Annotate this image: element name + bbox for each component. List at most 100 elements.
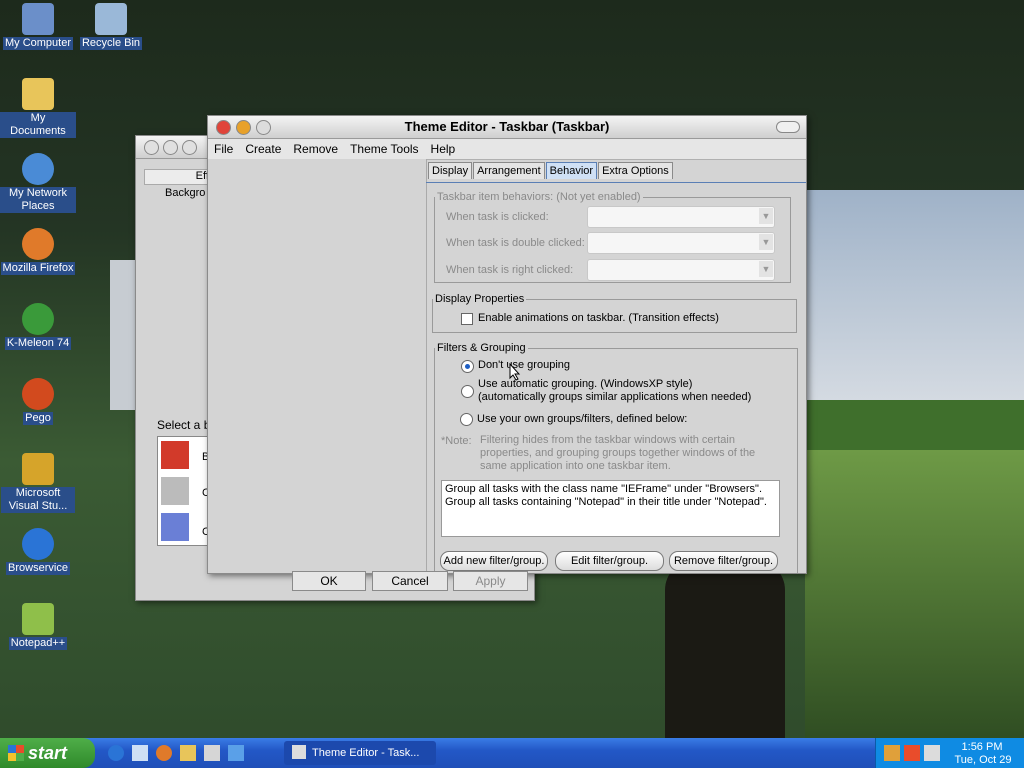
menu-remove[interactable]: Remove [287,142,344,156]
right-clicked-action-select[interactable]: ▼ [587,259,775,281]
ie-quicklaunch-icon[interactable] [108,745,124,761]
tray-icon[interactable] [904,745,920,761]
background-hedge [805,400,1024,450]
double-clicked-action-select[interactable]: ▼ [587,232,775,254]
desktop-icon-browservice[interactable]: Browservice [0,528,76,575]
desktop-icon-notepad-plus-plus[interactable]: Notepad++ [0,603,76,650]
radio-no-grouping-label: Don't use grouping [478,359,570,371]
tab-extra-options[interactable]: Extra Options [598,162,673,179]
start-label: start [28,743,68,763]
taskbar-button-theme-editor[interactable]: Theme Editor - Task... [284,741,436,765]
radio-automatic-grouping[interactable] [461,385,474,398]
desktop-icon-my-computer[interactable]: My Computer [0,3,76,50]
window-title: Theme Editor - Taskbar (Taskbar) [404,119,610,134]
cancel-button[interactable]: Cancel [372,571,448,591]
bg-window-item-label: Backgro [165,187,206,199]
show-desktop-icon[interactable] [132,745,148,761]
minimize-icon[interactable] [163,140,178,155]
desktop-icon-k-meleon[interactable]: K-Meleon 74 [0,303,76,350]
behaviors-legend: Taskbar item behaviors: (Not yet enabled… [437,191,641,203]
menu-bar: File Create Remove Theme Tools Help [208,139,806,160]
animations-checkbox-label: Enable animations on taskbar. (Transitio… [478,312,719,324]
start-button[interactable]: start [0,738,95,768]
radio-no-grouping[interactable] [461,360,474,373]
background-lawn [805,450,1024,740]
display-properties-legend: Display Properties [435,293,525,305]
tray-icon[interactable] [884,745,900,761]
theme-editor-icon [292,745,306,759]
list-item[interactable]: Group all tasks with the class name "IEF… [445,483,762,495]
bg-window-list[interactable]: B C C [157,436,211,546]
desktop-icon-firefox[interactable]: Mozilla Firefox [0,228,76,275]
behavior-label-double-clicked: When task is double clicked: [446,237,585,249]
apply-button[interactable]: Apply [453,571,528,591]
tab-display[interactable]: Display [428,162,473,179]
animations-checkbox[interactable] [461,313,473,325]
chevron-down-icon: ▼ [759,234,773,250]
left-panel [208,159,427,572]
remove-filter-button[interactable]: Remove filter/group. [669,551,778,571]
clock-date: Tue, Oct 29 [954,754,1012,766]
radio-automatic-grouping-sublabel: (automatically groups similar applicatio… [478,391,752,403]
filters-list[interactable]: Group all tasks with the class name "IEF… [441,480,780,537]
desktop-icon-visual-studio[interactable]: Microsoft Visual Stu... [0,453,76,513]
clock-time[interactable]: 1:56 PM [948,741,1016,753]
behavior-label-right-clicked: When task is right clicked: [446,264,574,276]
app-quicklaunch-icon[interactable] [204,745,220,761]
menu-theme-tools[interactable]: Theme Tools [344,142,424,156]
folder-icon [22,78,54,110]
zoom-icon[interactable] [182,140,197,155]
close-icon[interactable] [144,140,159,155]
tray-icon[interactable] [924,745,940,761]
tab-arrangement[interactable]: Arrangement [473,162,545,179]
computer-icon [22,3,54,35]
desktop-icon-pego[interactable]: Pego [0,378,76,425]
firefox-icon [22,228,54,260]
pego-icon [22,378,54,410]
system-tray: 1:56 PM Tue, Oct 29 [875,738,1024,768]
internet-explorer-icon [22,528,54,560]
toolbar-toggle-icon[interactable] [776,121,800,133]
window-titlebar[interactable]: Theme Editor - Taskbar (Taskbar) [208,116,806,139]
plane-quicklaunch-icon[interactable] [228,745,244,761]
desktop-icon-my-network-places[interactable]: My Network Places [0,153,76,213]
folder-quicklaunch-icon[interactable] [180,745,196,761]
mouse-cursor-icon [509,363,521,381]
edit-filter-button[interactable]: Edit filter/group. [555,551,664,571]
tab-divider [426,182,806,183]
clicked-action-select[interactable]: ▼ [587,206,775,228]
radio-custom-groups[interactable] [460,413,473,426]
add-filter-button[interactable]: Add new filter/group. [440,551,548,571]
desktop-icon-recycle-bin[interactable]: Recycle Bin [73,3,149,50]
chevron-down-icon: ▼ [759,261,773,277]
desktop-icon-my-documents[interactable]: My Documents [0,78,76,138]
background-tree-trunk [665,560,785,740]
ok-button[interactable]: OK [292,571,366,591]
radio-custom-groups-label: Use your own groups/filters, defined bel… [477,413,688,425]
tab-behavior[interactable]: Behavior [545,162,598,179]
menu-help[interactable]: Help [425,142,462,156]
firefox-quicklaunch-icon[interactable] [156,745,172,761]
theme-editor-window[interactable]: Theme Editor - Taskbar (Taskbar) File Cr… [207,115,807,574]
visual-studio-icon [22,453,54,485]
theme-item-icon [161,513,189,541]
behavior-label-clicked: When task is clicked: [446,211,549,223]
network-globe-icon [22,153,54,185]
windows-logo-icon [8,745,24,761]
k-meleon-icon [22,303,54,335]
notepad-plus-plus-icon [22,603,54,635]
note-prefix: *Note: [441,435,472,447]
background-sky [805,190,1024,420]
bg-window-select-label: Select a b [157,418,211,432]
recycle-bin-icon [95,3,127,35]
tab-strip: Display Arrangement Behavior Extra Optio… [428,162,674,179]
theme-item-icon [161,477,189,505]
menu-create[interactable]: Create [239,142,287,156]
taskbar-button-label: Theme Editor - Task... [312,747,420,759]
theme-item-icon [161,441,189,469]
list-item[interactable]: Group all tasks containing "Notepad" in … [445,496,767,508]
filters-legend: Filters & Grouping [437,342,526,354]
menu-file[interactable]: File [208,142,239,156]
taskbar: start Theme Editor - Task... 1:56 PM Tue… [0,738,1024,768]
chevron-down-icon: ▼ [759,208,773,224]
